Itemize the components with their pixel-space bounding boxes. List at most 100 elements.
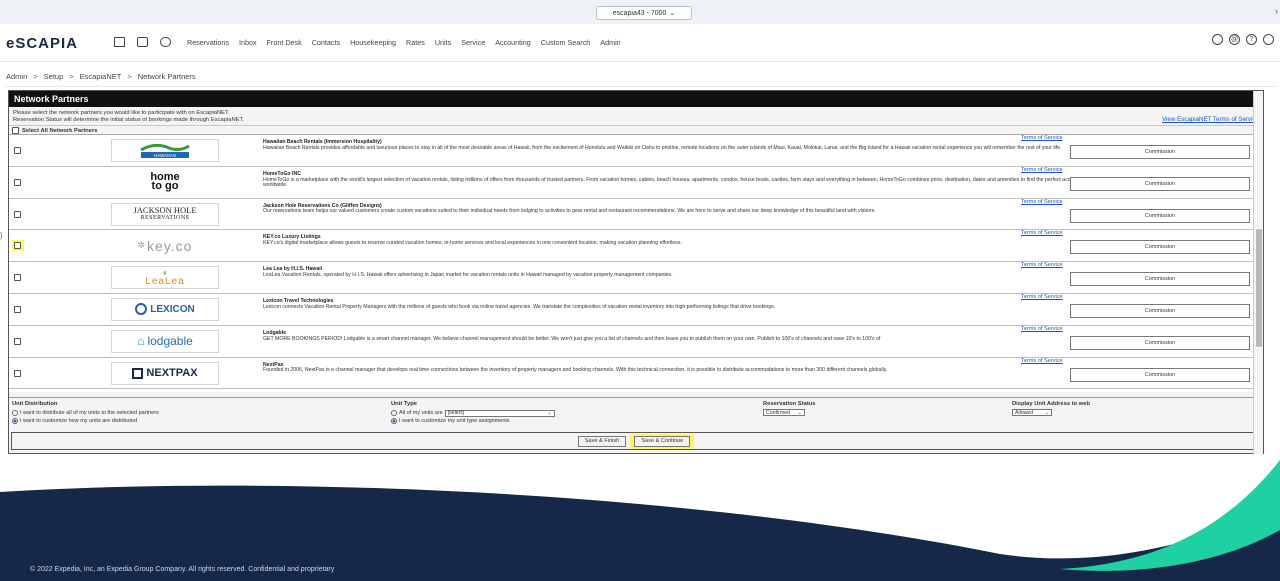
partner-description: Lexicon Travel Technologies Lexicon conn… [263, 298, 1143, 311]
partner-logo-text: HAWAIIAN [154, 153, 176, 158]
radio-label: All of my units are [399, 410, 443, 416]
commission-field[interactable]: Commission [1070, 272, 1250, 287]
breadcrumb-separator: > [69, 72, 74, 81]
home-icon[interactable] [114, 37, 125, 47]
escapia-logo[interactable]: eSCAPIA [6, 35, 78, 52]
commission-field[interactable]: Commission [1070, 176, 1250, 191]
terms-of-service-link[interactable]: Terms of Service [1021, 262, 1063, 268]
partner-checkbox[interactable] [14, 242, 21, 250]
calendar-icon[interactable] [137, 37, 148, 47]
chevron-right-icon[interactable]: › [1275, 6, 1278, 16]
partner-description: Lodgable GET MORE BOOKINGS PERIOD! Lodga… [263, 330, 1143, 343]
save-continue-button[interactable]: Save & Continue [634, 435, 691, 447]
panel-scroll-thumb[interactable] [1256, 229, 1262, 347]
save-finish-button[interactable]: Save & Finish [577, 435, 627, 447]
unit-type-option-all[interactable]: All of my units are [select] ⌄ [391, 409, 555, 417]
menu-contacts[interactable]: Contacts [312, 38, 340, 47]
unit-type-option-custom[interactable]: I want to customize my unit type assignm… [391, 417, 555, 425]
select-value: Confirmed [766, 409, 790, 416]
terms-of-service-link[interactable]: Terms of Service [1021, 230, 1063, 236]
partner-logo-keyco: ✲ key.co [111, 234, 219, 258]
partner-row: NEXTPAX NextPax Founded in 2006, NextPax… [9, 357, 1255, 390]
partner-checkbox[interactable] [14, 178, 21, 186]
breadcrumb-setup[interactable]: Setup [44, 72, 64, 81]
select-value: Allowed [1015, 409, 1034, 416]
view-terms-link[interactable]: View EscapiaNET Terms of Service [1162, 116, 1259, 124]
breadcrumb-escapianet[interactable]: EscapiaNET [80, 72, 122, 81]
partner-description: Lea Lea by H.I.S. Hawaii LeaLea Vacation… [263, 266, 1143, 279]
breadcrumb-divider [6, 86, 1276, 87]
select-all-row: Select All Network Partners [9, 125, 1263, 134]
menu-rates[interactable]: Rates [406, 38, 425, 47]
partner-desc-text: HomeToGo is a marketplace with the world… [263, 176, 1125, 189]
menu-inbox[interactable]: Inbox [239, 38, 257, 47]
car-icon[interactable] [160, 37, 171, 47]
network-partners-panel: Network Partners Please select the netwo… [8, 90, 1264, 455]
partner-checkbox[interactable] [14, 147, 21, 154]
partner-checkbox[interactable] [14, 274, 21, 282]
menu-admin[interactable]: Admin [600, 38, 620, 47]
partner-logo-jackson-hole: JACKSON HOLE RESERVATIONS [111, 202, 219, 226]
distribution-option-all[interactable]: I want to distribute all of my units to … [12, 409, 159, 417]
panel-intro: Please select the network partners you w… [9, 107, 1263, 125]
radio-customize-distribution[interactable] [12, 418, 18, 424]
radio-label: I want to customize how my units are dis… [20, 418, 138, 424]
terms-of-service-link[interactable]: Terms of Service [1021, 167, 1063, 173]
menu-front-desk[interactable]: Front Desk [267, 38, 302, 47]
commission-field[interactable]: Commission [1070, 240, 1250, 255]
partner-row: LEXICON Lexicon Travel Technologies Lexi… [9, 293, 1255, 326]
breadcrumb-admin[interactable]: Admin [6, 72, 27, 81]
select-all-checkbox[interactable] [12, 127, 19, 134]
page-edge-mark: ) [0, 231, 3, 240]
partner-logo-nextpax: NEXTPAX [111, 361, 219, 385]
partner-desc-text: KEY.co's digital marketplace allows gues… [263, 240, 682, 247]
environment-selector[interactable]: escapia43 - 7000 ⌄ [596, 6, 692, 20]
intro-line-2: Reservation Status will determine the in… [13, 116, 245, 123]
help-icon[interactable]: ? [1246, 34, 1257, 45]
partner-checkbox[interactable] [14, 305, 21, 313]
commission-field[interactable]: Commission [1070, 208, 1250, 223]
terms-of-service-link[interactable]: Terms of Service [1021, 135, 1063, 141]
environment-selector-value: escapia43 - 7000 [612, 9, 667, 17]
chevron-down-icon: ⌄ [669, 10, 676, 17]
partner-row: ✲ key.co KEY.co Luxury Listings KEY.co's… [9, 230, 1255, 263]
at-icon[interactable]: @ [1229, 34, 1240, 45]
panel-scrollbar[interactable] [1253, 91, 1263, 455]
menu-service[interactable]: Service [461, 38, 485, 47]
partner-checkbox[interactable] [14, 210, 21, 218]
display-address-label: Display Unit Address to web [1012, 401, 1091, 407]
menu-reservations[interactable]: Reservations [187, 38, 229, 47]
radio-distribute-all[interactable] [12, 410, 18, 416]
terms-of-service-link[interactable]: Terms of Service [1021, 199, 1063, 205]
terms-of-service-link[interactable]: Terms of Service [1021, 358, 1063, 364]
partner-row: home to go HomeToGo INC HomeToGo is a ma… [9, 166, 1255, 199]
reservation-status-select[interactable]: Confirmed ⌄ [763, 409, 805, 416]
user-icon[interactable] [1263, 34, 1274, 45]
unit-type-select[interactable]: [select] ⌄ [444, 409, 555, 417]
menu-accounting[interactable]: Accounting [495, 38, 531, 47]
commission-field[interactable]: Commission [1070, 145, 1250, 159]
radio-customize-unit-types[interactable] [391, 418, 397, 424]
select-value: [select] [447, 410, 465, 416]
main-menu: Reservations Inbox Front Desk Contacts H… [187, 38, 621, 47]
unit-distribution-label: Unit Distribution [12, 401, 58, 407]
partner-description: NextPax Founded in 2006, NextPax is a ch… [263, 362, 1143, 375]
partner-desc-text: GET MORE BOOKINGS PERIOD! Lodgable is a … [263, 335, 881, 342]
menu-custom-search[interactable]: Custom Search [541, 38, 591, 47]
commission-field[interactable]: Commission [1070, 367, 1250, 382]
partner-logo-hawaiian: HAWAIIAN [111, 139, 219, 162]
radio-all-units[interactable] [391, 410, 397, 416]
commission-field[interactable]: Commission [1070, 335, 1250, 350]
display-address-select[interactable]: Allowed ⌄ [1012, 409, 1052, 416]
slide-footer: © 2022 Expedia, Inc, an Expedia Group Co… [0, 454, 1280, 581]
search-icon[interactable] [1212, 34, 1223, 45]
partner-checkbox[interactable] [14, 369, 21, 377]
partner-checkbox[interactable] [14, 337, 21, 345]
menu-housekeeping[interactable]: Housekeeping [350, 38, 396, 47]
commission-field[interactable]: Commission [1070, 303, 1250, 318]
distribution-option-custom[interactable]: I want to customize how my units are dis… [12, 417, 159, 425]
breadcrumb: Admin > Setup > EscapiaNET > Network Par… [6, 72, 196, 81]
terms-of-service-link[interactable]: Terms of Service [1021, 326, 1063, 332]
menu-units[interactable]: Units [435, 38, 451, 47]
terms-of-service-link[interactable]: Terms of Service [1021, 294, 1063, 300]
